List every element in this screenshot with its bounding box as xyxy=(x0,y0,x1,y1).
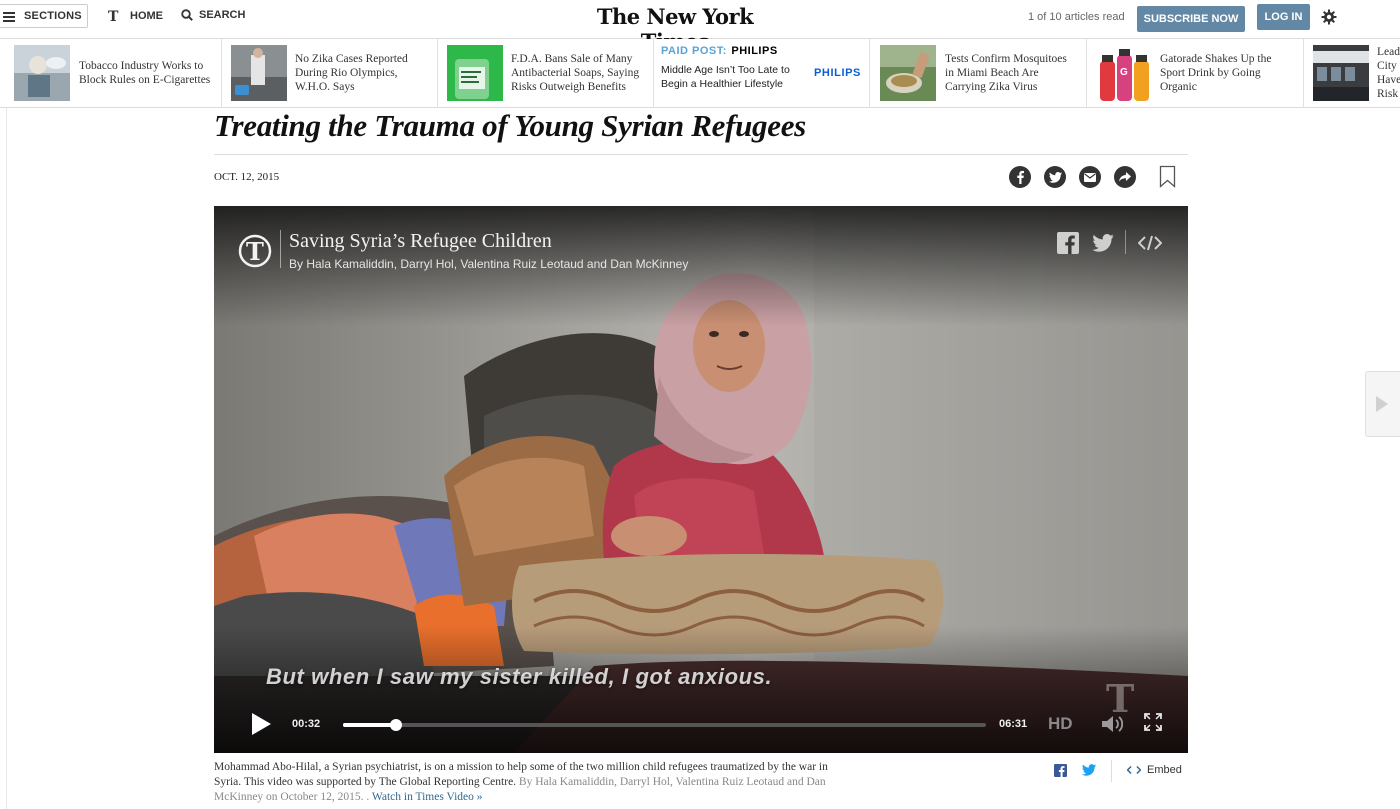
gear-icon[interactable] xyxy=(1321,9,1337,25)
sections-button[interactable]: SECTIONS xyxy=(0,4,88,28)
share-divider xyxy=(1125,230,1126,254)
ribbon-headline: Tobacco Industry Works to Block Rules on… xyxy=(79,60,211,86)
article-headline: Treating the Trauma of Young Syrian Refu… xyxy=(214,108,806,143)
video-player[interactable]: T Saving Syria’s Refugee Children By Hal… xyxy=(214,206,1188,753)
progress-handle[interactable] xyxy=(389,719,402,731)
caption-divider xyxy=(1111,760,1112,782)
article-date: OCT. 12, 2015 xyxy=(214,171,280,183)
paid-post-item[interactable]: PAID POST: PHILIPS Middle Age Isn’t Too … xyxy=(654,39,870,107)
video-caption: Mohammad Abo-Hilal, a Syrian psychiatris… xyxy=(214,760,829,805)
top-bar: SECTIONS T HOME SEARCH The New York Time… xyxy=(0,0,1400,54)
paid-post-label: PAID POST: xyxy=(661,45,727,57)
embed-code-icon xyxy=(1127,765,1141,775)
ribbon-headline: Lead City Have Risk xyxy=(1377,46,1400,100)
video-title[interactable]: Saving Syria’s Refugee Children xyxy=(289,230,552,253)
video-subtitle: But when I saw my sister killed, I got a… xyxy=(266,664,773,689)
twitter-icon xyxy=(1092,234,1114,252)
twitter-icon xyxy=(1048,171,1062,183)
caption-facebook-button[interactable] xyxy=(1054,764,1067,777)
svg-text:T: T xyxy=(246,237,264,266)
ribbon-thumbnail xyxy=(231,45,287,101)
headline-divider xyxy=(214,154,1188,155)
ribbon-thumbnail xyxy=(447,45,503,101)
page-edge xyxy=(6,108,7,809)
arrow-right-icon xyxy=(1376,396,1388,412)
bookmark-icon[interactable] xyxy=(1159,165,1176,188)
ribbon-item[interactable]: G Gatorade Shakes Up the Sport Drink by … xyxy=(1087,39,1304,107)
login-button[interactable]: LOG IN xyxy=(1257,4,1310,30)
ribbon-thumbnail xyxy=(14,45,70,101)
ribbon-headline: Gatorade Shakes Up the Sport Drink by Go… xyxy=(1160,53,1272,93)
paid-post-brand: PHILIPS xyxy=(731,45,778,57)
search-button[interactable]: SEARCH xyxy=(181,9,245,21)
nyt-logo-icon: T xyxy=(238,234,272,268)
ribbon-item[interactable]: Lead City Have Risk xyxy=(1304,39,1400,107)
svg-text:G: G xyxy=(1120,67,1128,78)
video-embed-button[interactable] xyxy=(1137,231,1163,255)
ribbon-headline: No Zika Cases Reported During Rio Olympi… xyxy=(295,53,408,93)
ribbon-item[interactable]: No Zika Cases Reported During Rio Olympi… xyxy=(222,39,438,107)
progress-bar[interactable] xyxy=(343,719,986,731)
progress-played xyxy=(343,723,396,727)
more-share-button[interactable] xyxy=(1114,166,1136,188)
twitter-share-button[interactable] xyxy=(1044,166,1066,188)
caption-twitter-button[interactable] xyxy=(1082,764,1096,776)
embed-code-icon xyxy=(1138,235,1162,251)
search-icon xyxy=(181,9,193,21)
home-link[interactable]: T HOME xyxy=(107,9,163,23)
ribbon-thumbnail: G xyxy=(1097,45,1153,101)
ribbon-headline: F.D.A. Bans Sale of Many Antibacterial S… xyxy=(511,53,640,93)
facebook-share-button[interactable] xyxy=(1009,166,1031,188)
fullscreen-icon[interactable] xyxy=(1144,713,1162,731)
ribbon-thumbnail xyxy=(1313,45,1369,101)
ribbon-headline: Tests Confirm Mosquitoes in Miami Beach … xyxy=(945,53,1067,93)
video-byline: By Hala Kamaliddin, Darryl Hol, Valentin… xyxy=(289,257,689,271)
watch-in-times-video-link[interactable]: Watch in Times Video » xyxy=(372,791,483,803)
email-share-button[interactable] xyxy=(1079,166,1101,188)
play-icon[interactable] xyxy=(250,712,272,736)
headline-ribbon: Tobacco Industry Works to Block Rules on… xyxy=(0,39,1400,108)
svg-text:T: T xyxy=(108,9,119,23)
search-label: SEARCH xyxy=(199,9,246,21)
facebook-icon xyxy=(1057,232,1079,254)
home-label: HOME xyxy=(130,10,163,22)
sections-label: SECTIONS xyxy=(24,10,82,22)
caption-embed-button[interactable]: Embed xyxy=(1127,764,1182,776)
hamburger-icon xyxy=(3,11,15,22)
total-time: 06:31 xyxy=(999,718,1028,730)
share-arrow-icon xyxy=(1119,172,1131,182)
video-twitter-button[interactable] xyxy=(1091,231,1115,255)
facebook-icon xyxy=(1017,170,1024,184)
articles-read-counter: 1 of 10 articles read xyxy=(1028,11,1125,23)
nyt-t-icon: T xyxy=(108,9,119,23)
ribbon-item[interactable]: Tobacco Industry Works to Block Rules on… xyxy=(0,39,222,107)
video-facebook-button[interactable] xyxy=(1057,231,1079,255)
twitter-icon xyxy=(1082,764,1096,776)
ribbon-item[interactable]: F.D.A. Bans Sale of Many Antibacterial S… xyxy=(438,39,654,107)
embed-label: Embed xyxy=(1147,764,1182,776)
ribbon-item[interactable]: Tests Confirm Mosquitoes in Miami Beach … xyxy=(870,39,1087,107)
philips-logo: PHILIPS xyxy=(814,67,861,79)
video-controls: 00:32 06:31 HD xyxy=(214,698,1188,753)
facebook-icon xyxy=(1054,764,1067,777)
hd-toggle[interactable]: HD xyxy=(1048,714,1073,734)
paid-post-headline: Middle Age Isn’t Too Late to Begin a Hea… xyxy=(661,64,790,90)
volume-icon[interactable] xyxy=(1101,714,1123,734)
title-divider xyxy=(280,230,281,268)
current-time: 00:32 xyxy=(292,718,321,730)
next-article-button[interactable] xyxy=(1365,371,1400,437)
ribbon-thumbnail xyxy=(880,45,936,101)
subscribe-button[interactable]: SUBSCRIBE NOW xyxy=(1137,6,1245,32)
email-icon xyxy=(1084,172,1096,182)
